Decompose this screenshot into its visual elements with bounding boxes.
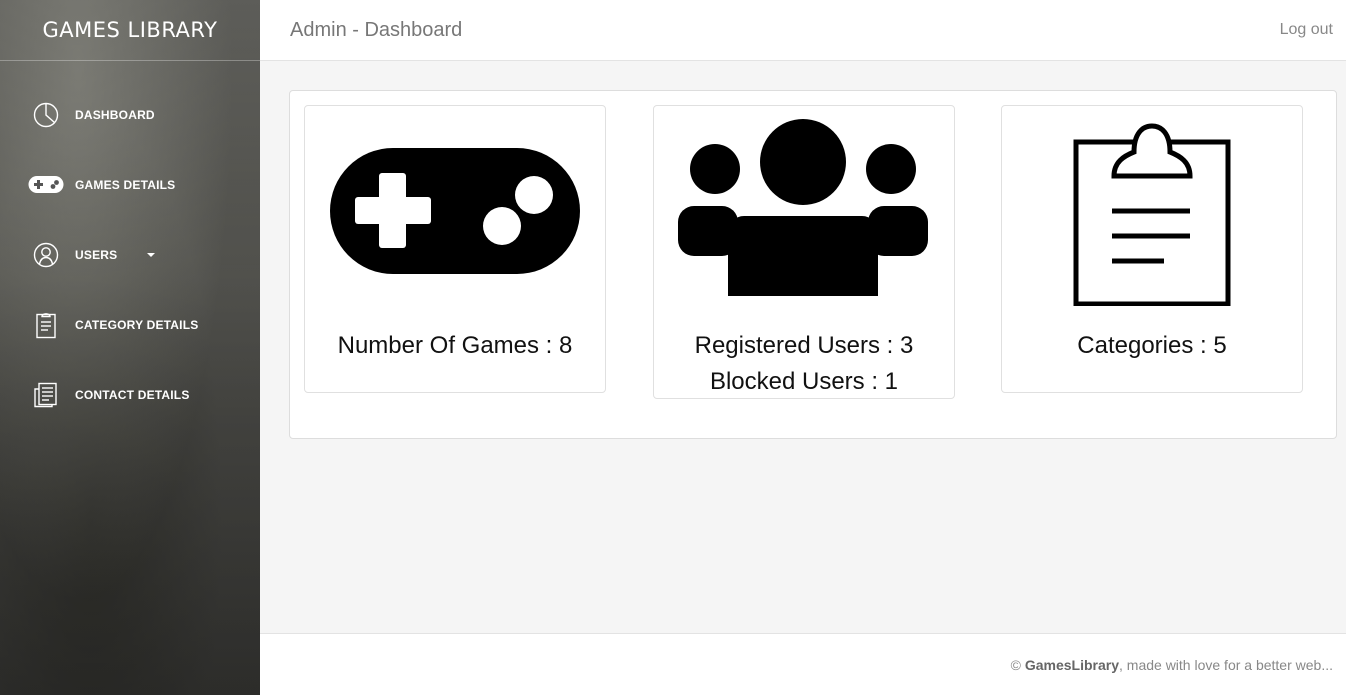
- top-bar: Admin - Dashboard Log out: [260, 0, 1346, 61]
- copyright-symbol: ©: [1010, 656, 1021, 673]
- dashboard-panel: Number Of Games : 8 Registered Users : 3…: [289, 90, 1337, 439]
- user-icon: [30, 239, 62, 271]
- page-title: Admin - Dashboard: [290, 18, 463, 41]
- sidebar-item-contact-details[interactable]: CONTACT DETAILS: [0, 360, 260, 430]
- sidebar-item-label: USERS: [75, 248, 118, 262]
- gamepad-icon: [305, 106, 605, 316]
- clipboard-icon: [30, 309, 62, 341]
- categories-count-card: Categories : 5: [1001, 105, 1303, 393]
- blocked-users-label: Blocked Users : 1: [709, 368, 899, 395]
- users-count-card: Registered Users : 3 Blocked Users : 1: [653, 105, 955, 399]
- sidebar-item-label: CONTACT DETAILS: [75, 388, 190, 402]
- sidebar-nav: DASHBOARD GAMES DETAILS USERS CATEGORY D…: [0, 80, 260, 430]
- brand-logo[interactable]: GAMES LIBRARY: [0, 0, 260, 61]
- sidebar-item-label: DASHBOARD: [75, 108, 155, 122]
- sidebar-item-users[interactable]: USERS: [0, 220, 260, 290]
- logout-link[interactable]: Log out: [1280, 21, 1333, 39]
- users-stats-label: Registered Users : 3 Blocked Users : 1: [654, 328, 954, 400]
- sidebar-item-dashboard[interactable]: DASHBOARD: [0, 80, 260, 150]
- sidebar-item-category-details[interactable]: CATEGORY DETAILS: [0, 290, 260, 360]
- sidebar-item-label: GAMES DETAILS: [75, 178, 176, 192]
- games-count-label: Number Of Games : 8: [337, 332, 573, 359]
- clipboard-icon: [1002, 106, 1302, 316]
- footer-tagline: , made with love for a better web...: [1119, 656, 1333, 673]
- chevron-down-icon[interactable]: [147, 253, 156, 257]
- registered-users-label: Registered Users : 3: [694, 332, 914, 359]
- sidebar-item-label: CATEGORY DETAILS: [75, 318, 199, 332]
- sidebar: GAMES LIBRARY DASHBOARD GAMES DETAILS US…: [0, 0, 260, 695]
- document-icon: [30, 379, 62, 411]
- gamepad-icon: [28, 169, 64, 201]
- pie-chart-icon: [30, 99, 62, 131]
- footer: © GamesLibrary, made with love for a bet…: [260, 633, 1346, 695]
- categories-count-label: Categories : 5: [1077, 332, 1227, 359]
- footer-brand-link[interactable]: GamesLibrary: [1025, 657, 1119, 673]
- sidebar-item-games-details[interactable]: GAMES DETAILS: [0, 150, 260, 220]
- users-group-icon: [654, 106, 954, 316]
- games-count-card: Number Of Games : 8: [304, 105, 606, 393]
